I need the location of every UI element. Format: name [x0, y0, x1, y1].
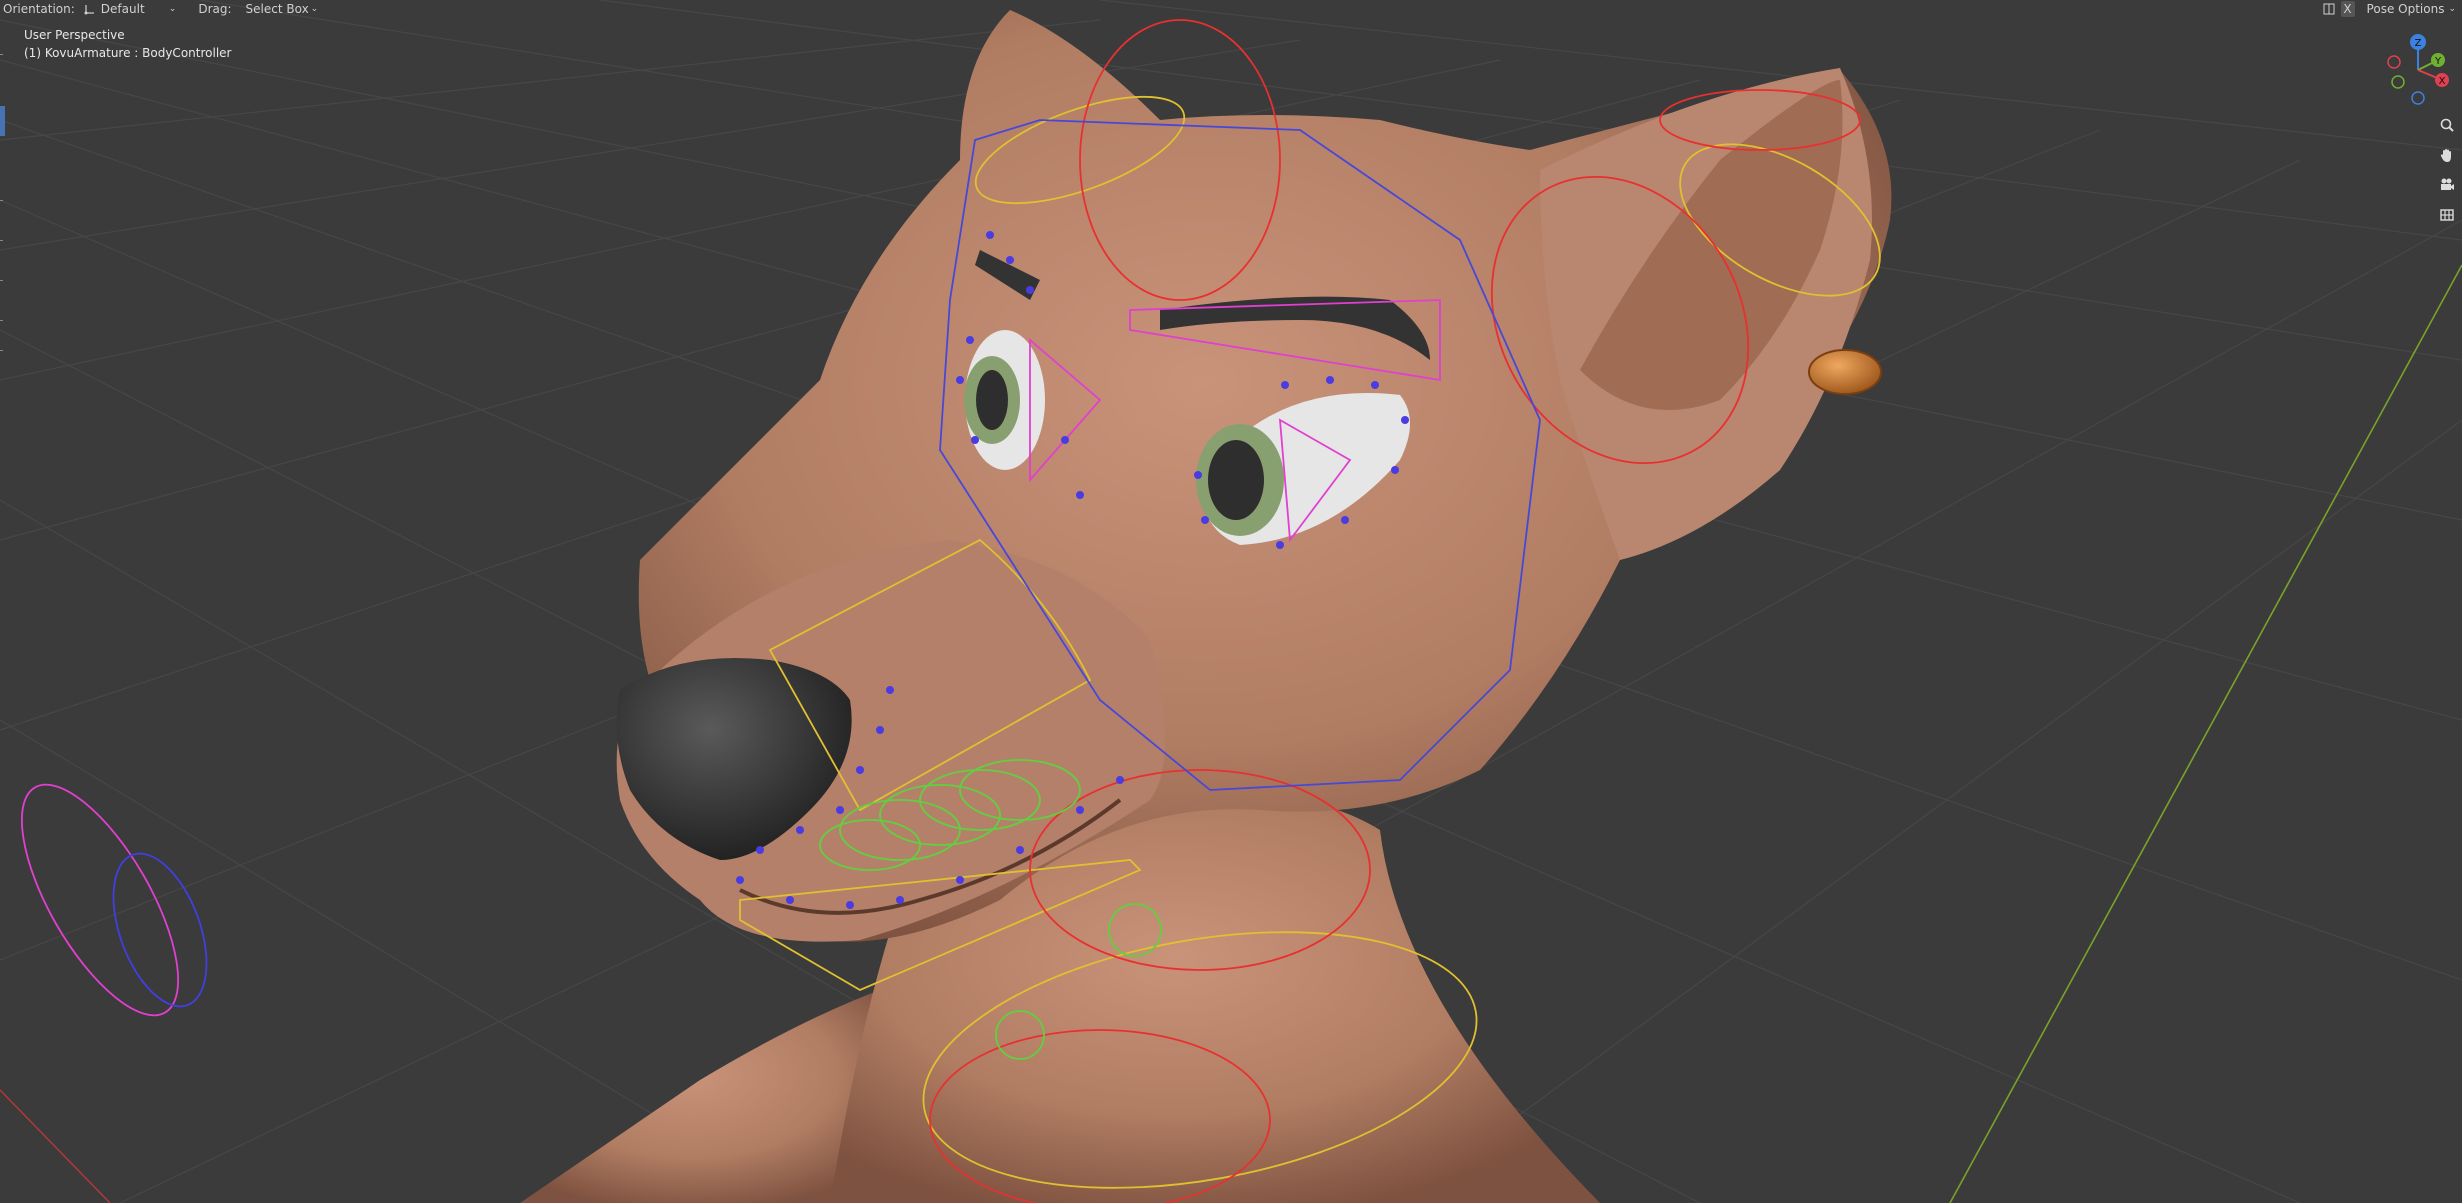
grid-ortho-icon[interactable]: [2436, 204, 2458, 226]
hand-pan-icon[interactable]: [2436, 144, 2458, 166]
gizmo-x-label: X: [2439, 76, 2446, 87]
drag-dropdown[interactable]: Select Box ⌄: [242, 2, 323, 16]
toolbar-rail[interactable]: [0, 40, 5, 360]
orientation-value: Default: [100, 2, 145, 16]
gizmo-z-label: Z: [2415, 38, 2422, 49]
transform-orientation-icon: [84, 5, 94, 15]
x-mirror-toggle[interactable]: X: [2340, 1, 2355, 17]
gizmo-neg-x-axis: [2387, 55, 2401, 69]
pose-options-dropdown[interactable]: Pose Options ⌄: [2367, 1, 2462, 17]
right-eye-pupil: [1208, 440, 1264, 520]
orientation-control[interactable]: Orientation: Default ⌄: [0, 2, 180, 16]
orientation-dropdown[interactable]: Default ⌄: [75, 2, 181, 16]
3d-viewport[interactable]: Orientation: Default ⌄ Drag: Select Box …: [0, 0, 2462, 1203]
chevron-down-icon: ⌄: [2448, 4, 2456, 14]
gizmo-y-label: Y: [2434, 56, 2442, 67]
gizmo-neg-y-axis: [2391, 75, 2405, 89]
viewport-header: Orientation: Default ⌄ Drag: Select Box …: [0, 0, 2462, 18]
left-eye-pupil: [976, 370, 1008, 430]
chevron-down-icon: ⌄: [310, 4, 319, 14]
mirror-x-icon[interactable]: [2321, 1, 2337, 17]
viewport-scene[interactable]: [0, 0, 2462, 1203]
active-object-label: (1) KovuArmature : BodyController: [24, 46, 232, 60]
camera-icon[interactable]: [2436, 174, 2458, 196]
pose-options-label: Pose Options: [2366, 2, 2445, 16]
drag-value: Select Box: [245, 2, 309, 16]
view-name: User Perspective: [24, 28, 125, 42]
orientation-label: Orientation:: [3, 2, 75, 16]
chevron-down-icon: ⌄: [168, 4, 177, 14]
earring: [1808, 349, 1882, 395]
active-tool-indicator: [0, 106, 5, 136]
drag-label: Drag:: [198, 2, 232, 16]
zoom-icon[interactable]: [2436, 114, 2458, 136]
viewport-header-right: X Pose Options ⌄: [2321, 0, 2462, 18]
drag-control[interactable]: Drag: Select Box ⌄: [198, 2, 322, 16]
navigation-gizmo[interactable]: Z Y X: [2376, 28, 2460, 112]
gizmo-neg-z-axis: [2411, 91, 2425, 105]
